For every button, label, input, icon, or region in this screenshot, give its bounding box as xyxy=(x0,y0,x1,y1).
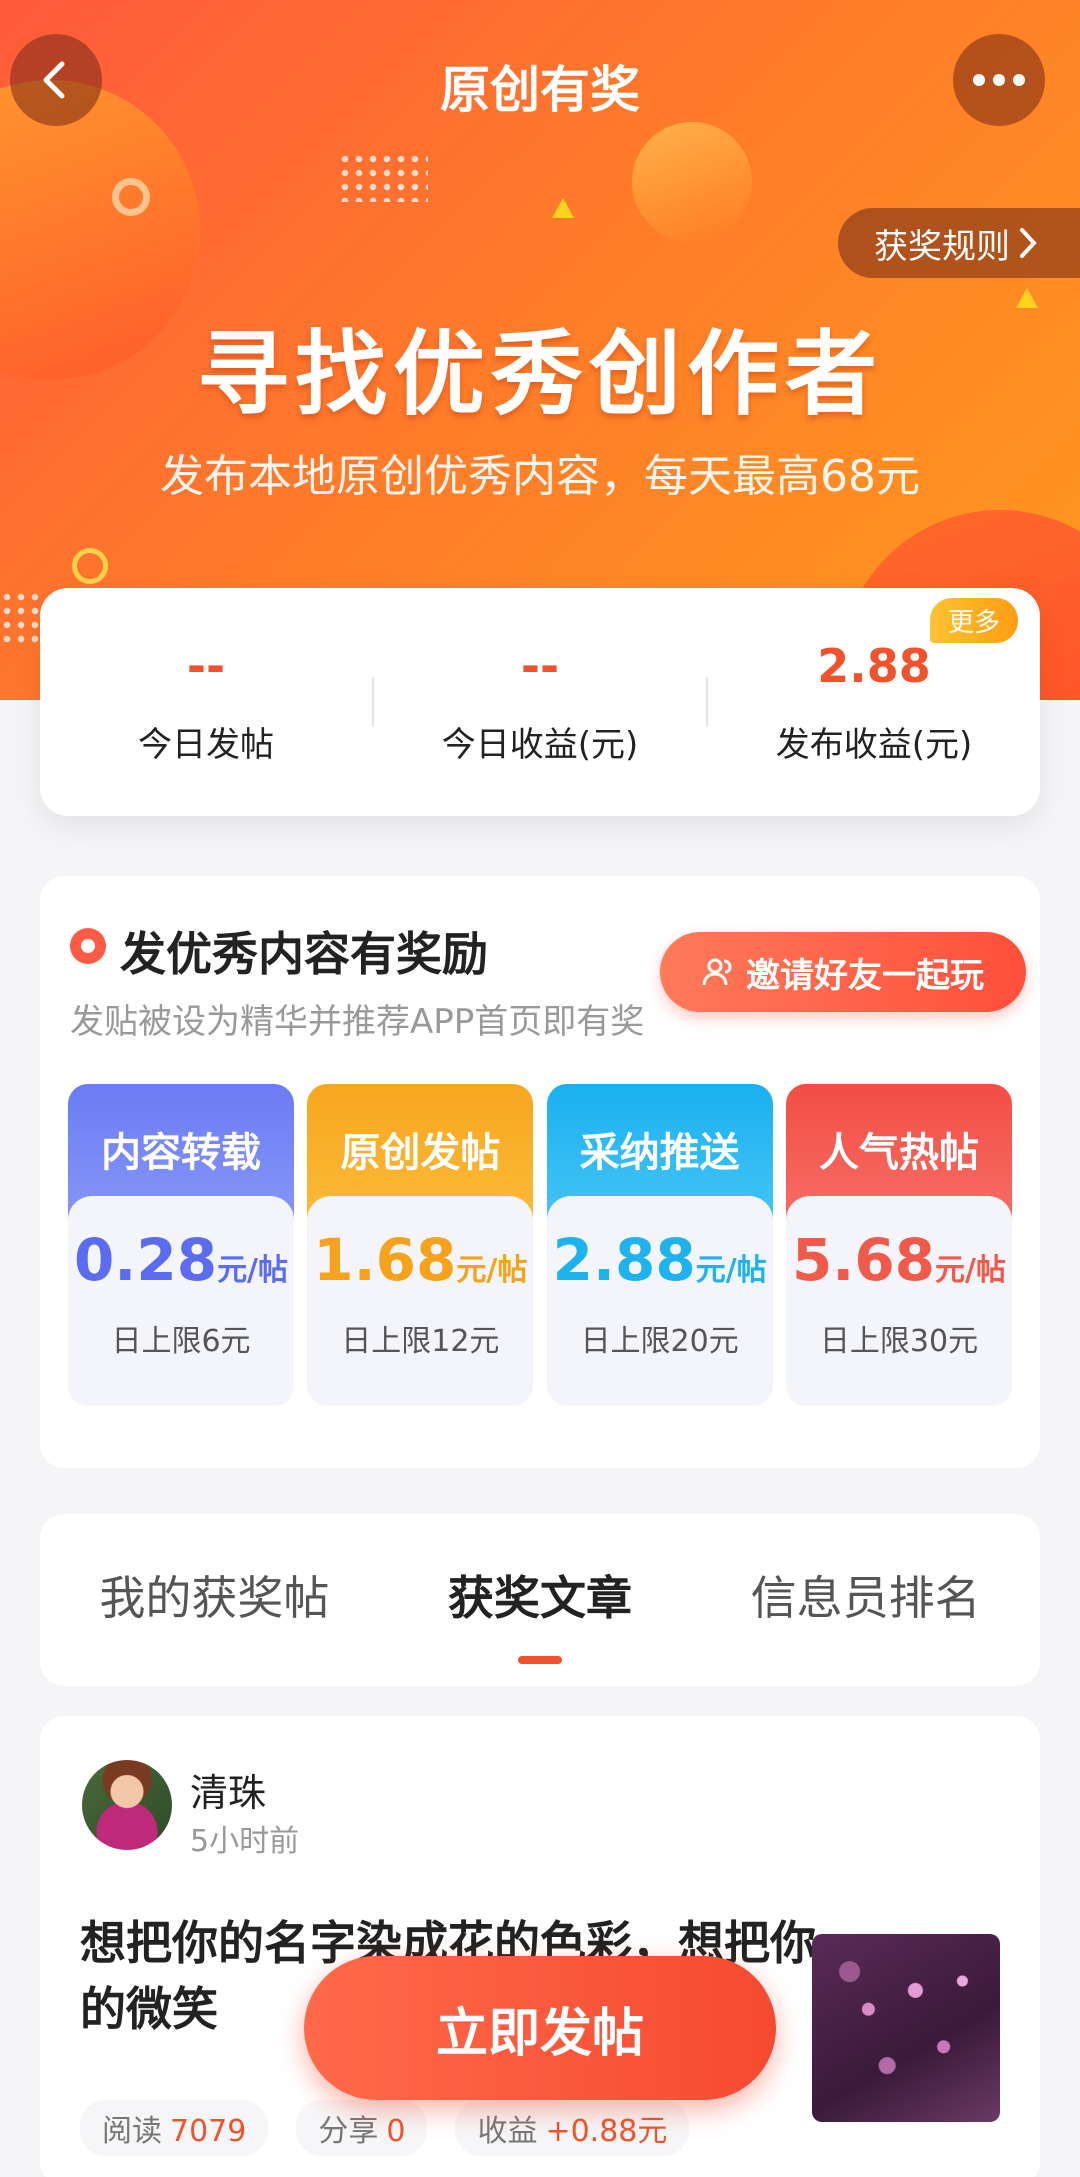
tier-price: 2.88 xyxy=(552,1226,696,1294)
stat-value: -- xyxy=(186,638,226,693)
metric-earnings: 收益 +0.88元 xyxy=(455,2100,690,2156)
stat-value: -- xyxy=(520,638,560,693)
tab-informant-ranking[interactable]: 信息员排名 xyxy=(751,1562,981,1638)
more-dots-icon xyxy=(973,74,985,86)
stat-label: 发布收益(元) xyxy=(775,724,973,765)
award-rules-label: 获奖规则 xyxy=(874,226,1010,267)
post-time: 5小时前 xyxy=(190,1824,300,1859)
tier-limit: 日上限12元 xyxy=(341,1324,500,1359)
tier-limit: 日上限6元 xyxy=(111,1324,251,1359)
tier-price: 5.68 xyxy=(791,1226,936,1294)
reward-subtitle: 发贴被设为精华并推荐APP首页即有奖 xyxy=(70,1002,645,1042)
hero-title: 寻找优秀创作者 xyxy=(196,321,883,428)
invite-label: 邀请好友一起玩 xyxy=(746,955,984,996)
decor-ring xyxy=(72,548,108,584)
tier-card[interactable]: 内容转载 0.28元/帖 日上限6元 xyxy=(68,1084,294,1406)
tier-price: 0.28 xyxy=(73,1226,218,1294)
decor-circle xyxy=(632,122,752,242)
tier-unit: 元/帖 xyxy=(935,1253,1007,1288)
avatar[interactable] xyxy=(82,1760,172,1850)
tier-card[interactable]: 采纳推送 2.88元/帖 日上限20元 xyxy=(546,1084,773,1406)
metric-reads: 阅读 7079 xyxy=(80,2100,269,2156)
metric-shares: 分享 0 xyxy=(296,2100,428,2156)
tier-card[interactable]: 人气热帖 5.68元/帖 日上限30元 xyxy=(785,1084,1012,1406)
stat-today-earnings[interactable]: -- 今日收益(元) xyxy=(374,639,706,766)
stats-card: -- 今日发帖 -- 今日收益(元) 2.88 发布收益(元) 更多 xyxy=(40,588,1040,816)
tier-unit: 元/帖 xyxy=(695,1253,767,1288)
stat-label: 今日发帖 xyxy=(138,724,274,765)
decor-dots xyxy=(0,590,44,644)
more-button[interactable] xyxy=(953,34,1045,126)
reward-title: 发优秀内容有奖励 xyxy=(120,927,488,981)
stat-label: 今日收益(元) xyxy=(441,724,639,765)
decor-triangle xyxy=(552,198,574,218)
post-card[interactable]: 清珠 5小时前 想把你的名字染成花的色彩，想把你的微笑 阅读 7079 分享 0 收… xyxy=(40,1716,1040,2177)
tier-unit: 元/帖 xyxy=(456,1253,528,1288)
stat-today-posts[interactable]: -- 今日发帖 xyxy=(40,639,372,766)
stat-publish-earnings[interactable]: 2.88 发布收益(元) xyxy=(708,639,1040,766)
tier-limit: 日上限30元 xyxy=(819,1324,979,1359)
stat-value: 2.88 xyxy=(817,638,931,693)
post-now-button[interactable]: 立即发帖 xyxy=(304,1956,776,2100)
post-thumbnail[interactable] xyxy=(812,1934,1000,2122)
more-badge[interactable]: 更多 xyxy=(930,598,1019,643)
post-metrics: 阅读 7079 分享 0 收益 +0.88元 xyxy=(80,2100,690,2156)
tier-card[interactable]: 原创发帖 1.68元/帖 日上限12元 xyxy=(307,1084,534,1406)
tier-price: 1.68 xyxy=(313,1226,457,1294)
chevron-right-icon xyxy=(1020,228,1037,258)
tier-unit: 元/帖 xyxy=(217,1253,289,1288)
reward-card: 发优秀内容有奖励 发贴被设为精华并推荐APP首页即有奖 邀请好友一起玩 内容转载… xyxy=(40,876,1040,1468)
tab-bar: 我的获奖帖 获奖文章 信息员排名 xyxy=(40,1514,1040,1686)
award-rules-button[interactable]: 获奖规则 xyxy=(838,208,1080,278)
users-icon xyxy=(702,958,732,986)
tab-my-award-posts[interactable]: 我的获奖帖 xyxy=(99,1562,329,1638)
tier-limit: 日上限20元 xyxy=(580,1324,739,1359)
decor-dots xyxy=(338,152,428,202)
author-name[interactable]: 清珠 xyxy=(190,1762,266,1817)
invite-friends-button[interactable]: 邀请好友一起玩 xyxy=(660,932,1026,1012)
hero-subtitle: 发布本地原创优秀内容，每天最高68元 xyxy=(160,451,920,502)
decor-ring xyxy=(112,178,150,216)
record-dot-icon xyxy=(70,928,106,964)
tab-award-articles[interactable]: 获奖文章 xyxy=(448,1562,632,1664)
page-title: 原创有奖 xyxy=(440,61,640,119)
reward-tiers: 内容转载 0.28元/帖 日上限6元 原创发帖 1.68元/帖 日上限12元 采… xyxy=(68,1084,1012,1406)
